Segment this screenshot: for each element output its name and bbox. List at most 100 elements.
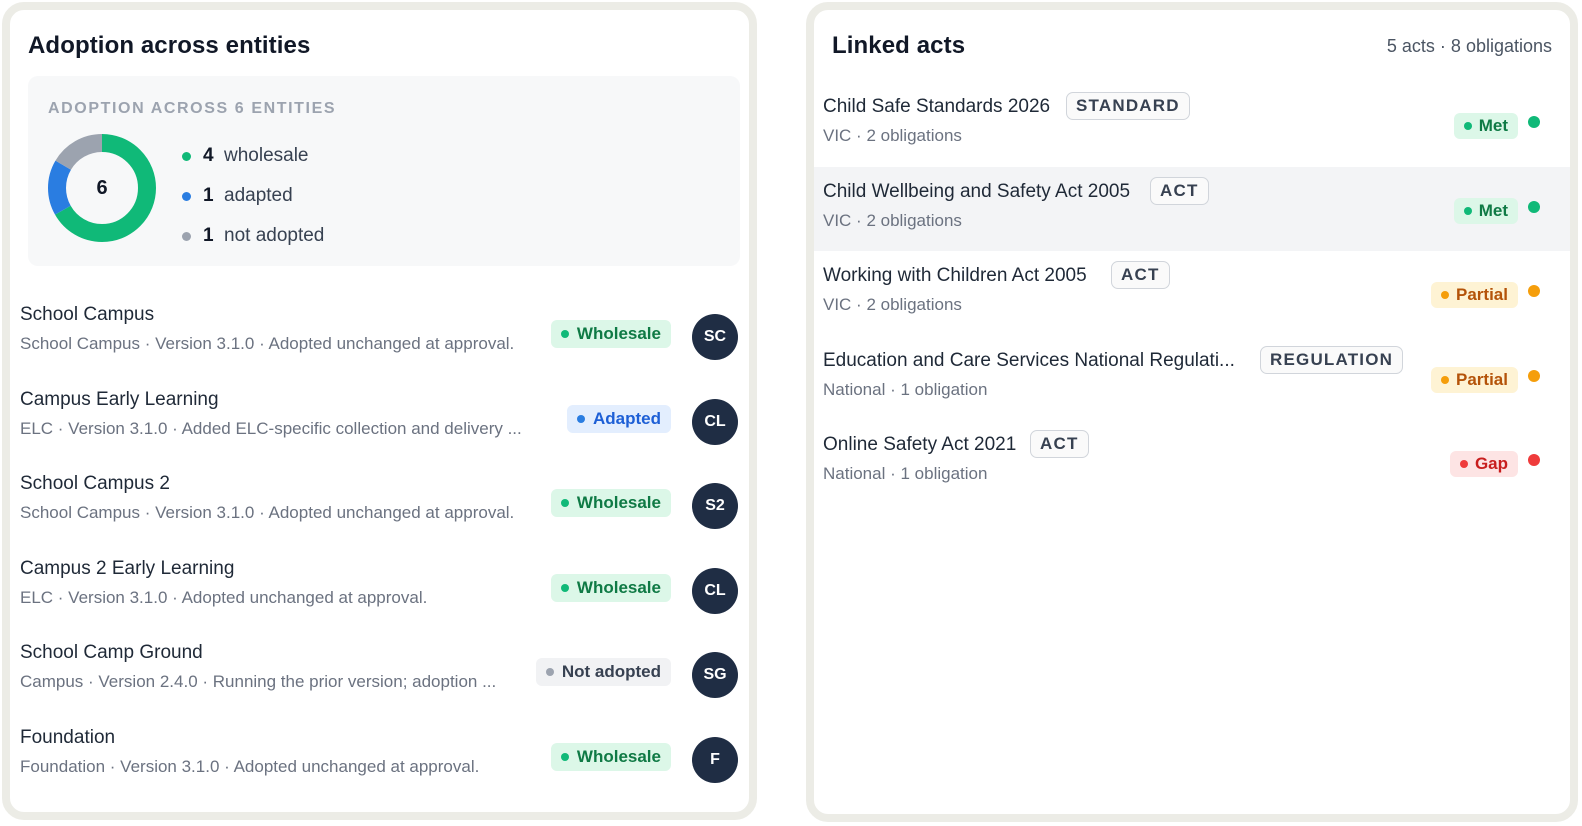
entity-row[interactable]: Campus Early Learning ELC · Version 3.1.…: [10, 389, 749, 474]
linked-acts-panel: Linked acts 5 acts · 8 obligations Child…: [806, 2, 1578, 822]
badge-label: Wholesale: [576, 324, 661, 343]
entity-row[interactable]: School Campus 2 School Campus · Version …: [10, 473, 749, 558]
status-dot-icon: [1463, 206, 1472, 215]
adoption-status-badge: Adapted: [567, 404, 671, 433]
act-name: Child Wellbeing and Safety Act 2005: [823, 180, 1131, 202]
compliance-status-badge: Partial: [1431, 366, 1518, 393]
status-dot-icon: [560, 583, 569, 592]
act-type-tag: ACT: [1030, 430, 1089, 458]
act-name: Online Safety Act 2021: [823, 434, 1017, 455]
status-indicator-dot-icon: [1528, 285, 1540, 297]
badge-label: Wholesale: [576, 577, 661, 597]
entity-avatar[interactable]: CL: [692, 398, 738, 445]
entity-description: School Campus · Version 3.1.0 · Adopted …: [20, 503, 515, 522]
adoption-status-badge: Wholesale: [550, 489, 671, 517]
status-dot-icon: [1463, 122, 1472, 130]
entity-avatar[interactable]: CL: [692, 567, 738, 614]
act-row[interactable]: Working with Children Act 2005 ACT VIC ·…: [814, 251, 1570, 336]
entity-name: School Campus: [20, 304, 155, 325]
act-row[interactable]: Child Wellbeing and Safety Act 2005 ACT …: [814, 166, 1570, 251]
status-indicator-dot-icon: [1528, 369, 1540, 382]
entity-row[interactable]: School Campus School Campus · Version 3.…: [10, 304, 749, 389]
act-type-tag: ACT: [1111, 261, 1170, 289]
legend-dot: [182, 151, 191, 161]
legend-item-not-adopted: 1 not adopted: [182, 216, 324, 256]
act-type-tag: REGULATION: [1260, 345, 1404, 374]
status-label: Partial: [1456, 369, 1508, 389]
legend-dot: [182, 231, 191, 241]
legend-label: not adopted: [224, 225, 325, 246]
status-dot-icon: [577, 414, 585, 423]
entity-name: School Campus 2: [20, 473, 170, 494]
compliance-status-badge: Met: [1453, 113, 1518, 139]
legend-count: 1: [203, 185, 214, 206]
act-jurisdiction: National · 1 obligation: [823, 379, 988, 399]
act-jurisdiction: National · 1 obligation: [823, 464, 988, 483]
act-type-tag: STANDARD: [1066, 92, 1190, 120]
act-row[interactable]: Child Safe Standards 2026 STANDARD VIC ·…: [814, 82, 1570, 167]
summary-heading: ADOPTION ACROSS 6 ENTITIES: [48, 100, 337, 117]
legend-dot: [182, 191, 191, 201]
status-indicator-dot-icon: [1528, 200, 1540, 213]
status-indicator-dot-icon: [1528, 454, 1540, 466]
status-indicator-dot-icon: [1528, 116, 1540, 128]
adoption-panel-title: Adoption across entities: [28, 32, 311, 59]
act-name: Education and Care Services National Reg…: [823, 349, 1235, 371]
adoption-status-badge: Not adopted: [535, 658, 671, 686]
status-label: Met: [1478, 200, 1508, 220]
compliance-status-badge: Met: [1453, 197, 1518, 224]
act-jurisdiction: VIC · 2 obligations: [823, 295, 962, 314]
status-label: Met: [1478, 116, 1508, 135]
adoption-summary-card: ADOPTION ACROSS 6 ENTITIES 6 4 wholesale…: [28, 76, 740, 266]
act-row[interactable]: Education and Care Services National Reg…: [814, 336, 1570, 421]
entity-row[interactable]: School Camp Ground Campus · Version 2.4.…: [10, 642, 749, 727]
legend-label: wholesale: [224, 145, 309, 166]
entity-avatar[interactable]: S2: [692, 483, 738, 529]
act-type-tag: ACT: [1150, 176, 1209, 205]
legend-label: adapted: [224, 185, 293, 206]
compliance-status-badge: Gap: [1449, 451, 1518, 477]
entity-description: School Campus · Version 3.1.0 · Adopted …: [20, 334, 515, 353]
badge-label: Wholesale: [576, 746, 661, 766]
entity-name: Campus 2 Early Learning: [20, 557, 235, 579]
status-label: Gap: [1474, 454, 1508, 473]
entity-name: Foundation: [20, 726, 116, 748]
entity-description: ELC · Version 3.1.0 · Added ELC-specific…: [20, 418, 522, 438]
adoption-status-badge: Wholesale: [550, 742, 671, 771]
entity-avatar[interactable]: F: [692, 736, 738, 783]
entity-description: ELC · Version 3.1.0 · Adopted unchanged …: [20, 587, 428, 607]
entity-avatar[interactable]: SG: [692, 652, 738, 698]
legend-item-adapted: 1 adapted: [182, 176, 324, 216]
act-row[interactable]: Online Safety Act 2021 ACT National · 1 …: [814, 420, 1570, 505]
compliance-status-badge: Partial: [1431, 282, 1518, 308]
act-jurisdiction: VIC · 2 obligations: [823, 126, 962, 145]
adoption-status-badge: Wholesale: [550, 320, 671, 348]
donut-total: 6: [96, 176, 108, 199]
status-dot-icon: [560, 330, 569, 338]
adoption-legend: 4 wholesale 1 adapted 1 not adopted: [182, 136, 324, 256]
adoption-status-badge: Wholesale: [550, 573, 671, 602]
linked-acts-count: 5 acts · 8 obligations: [1386, 36, 1552, 56]
badge-label: Wholesale: [576, 493, 661, 512]
entity-name: Campus Early Learning: [20, 388, 219, 410]
entity-name: School Camp Ground: [20, 642, 203, 663]
status-dot-icon: [560, 752, 569, 761]
act-name: Working with Children Act 2005: [823, 265, 1087, 286]
entity-description: Foundation · Version 3.1.0 · Adopted unc…: [20, 756, 480, 776]
legend-count: 1: [203, 225, 214, 246]
status-dot-icon: [560, 499, 569, 507]
entity-list: School Campus School Campus · Version 3.…: [10, 304, 749, 811]
adoption-panel: Adoption across entities ADOPTION ACROSS…: [2, 2, 757, 820]
act-list: Child Safe Standards 2026 STANDARD VIC ·…: [814, 82, 1570, 505]
adoption-donut-chart: 6: [46, 132, 158, 244]
entity-row[interactable]: Campus 2 Early Learning ELC · Version 3.…: [10, 558, 749, 643]
status-dot-icon: [1459, 460, 1468, 468]
entity-description: Campus · Version 2.4.0 · Running the pri…: [20, 672, 497, 691]
entity-row[interactable]: Foundation Foundation · Version 3.1.0 · …: [10, 727, 749, 812]
legend-item-wholesale: 4 wholesale: [182, 136, 324, 176]
entity-avatar[interactable]: SC: [692, 314, 738, 360]
linked-acts-title: Linked acts: [832, 32, 966, 59]
status-dot-icon: [1441, 375, 1450, 384]
status-dot-icon: [1441, 291, 1450, 299]
act-name: Child Safe Standards 2026: [823, 96, 1051, 117]
